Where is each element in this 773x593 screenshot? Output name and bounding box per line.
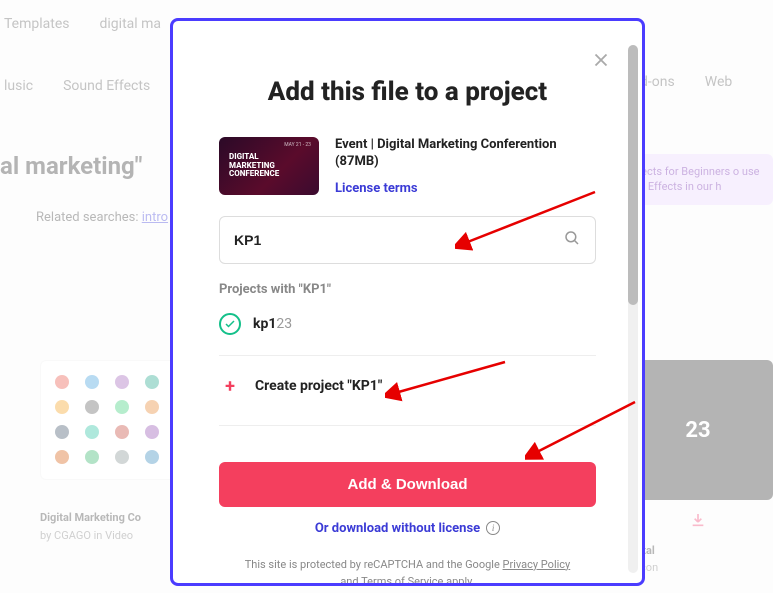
bg-nav-link: Templates: [4, 16, 70, 32]
download-without-license-link[interactable]: Or download without license i: [219, 521, 596, 536]
bg-related-label: Related searches:: [36, 210, 139, 225]
bg-nav-link: digital ma: [100, 16, 162, 32]
bg-card-right-sub: by Icon: [623, 557, 773, 574]
info-icon: i: [486, 521, 500, 535]
add-download-button[interactable]: Add & Download: [219, 462, 596, 507]
scrollbar-thumb[interactable]: [628, 45, 638, 305]
bg-nav-link: lusic: [4, 78, 33, 94]
bg-card-icons: [40, 360, 180, 480]
license-terms-link[interactable]: License terms: [335, 181, 596, 196]
bg-card-left-title: Digital Marketing Co: [40, 480, 180, 525]
project-list-item[interactable]: kp123: [219, 309, 596, 351]
bg-card-left-sub: by CGAGO in Video: [40, 525, 180, 542]
bg-nav-link: Web: [705, 74, 733, 90]
divider: [219, 355, 596, 356]
file-info-row: MAY 21 - 23 DIGITAL MARKETING CONFERENCE…: [219, 137, 596, 196]
project-search-input[interactable]: [234, 232, 563, 248]
divider: [219, 425, 596, 426]
create-project-label: Create project "KP1": [255, 378, 382, 394]
recaptcha-legal-text: This site is protected by reCAPTCHA and …: [219, 556, 596, 586]
bg-card-right-title: Digital: [623, 532, 773, 557]
bg-related-link: intro: [142, 210, 168, 225]
create-project-row[interactable]: + Create project "KP1": [219, 372, 596, 421]
file-thumbnail: MAY 21 - 23 DIGITAL MARKETING CONFERENCE: [219, 137, 319, 195]
bg-thumb-right: 23: [623, 360, 773, 500]
download-icon: [623, 512, 773, 532]
close-button[interactable]: [590, 49, 612, 75]
bg-card-right: 23 Digital by Icon: [623, 360, 773, 574]
bg-nav-link: Sound Effects: [63, 78, 150, 94]
search-icon: [563, 229, 581, 251]
project-name: kp123: [253, 316, 292, 332]
project-search-box[interactable]: [219, 216, 596, 264]
add-to-project-modal: Add this file to a project MAY 21 - 23 D…: [170, 18, 645, 586]
bg-card-left: Digital Marketing Co by CGAGO in Video: [40, 360, 180, 542]
privacy-policy-link[interactable]: Privacy Policy: [503, 558, 571, 571]
thumbnail-text: CONFERENCE: [229, 170, 309, 179]
terms-of-service-link[interactable]: Terms of Service: [361, 575, 443, 586]
thumbnail-dates: MAY 21 - 23: [284, 143, 311, 149]
plus-icon: +: [219, 376, 241, 397]
projects-with-label: Projects with "KP1": [219, 282, 596, 297]
file-title: Event | Digital Marketing Conferention (…: [335, 137, 596, 171]
check-circle-icon: [219, 313, 241, 335]
file-info: Event | Digital Marketing Conferention (…: [335, 137, 596, 196]
modal-title: Add this file to a project: [219, 77, 596, 107]
